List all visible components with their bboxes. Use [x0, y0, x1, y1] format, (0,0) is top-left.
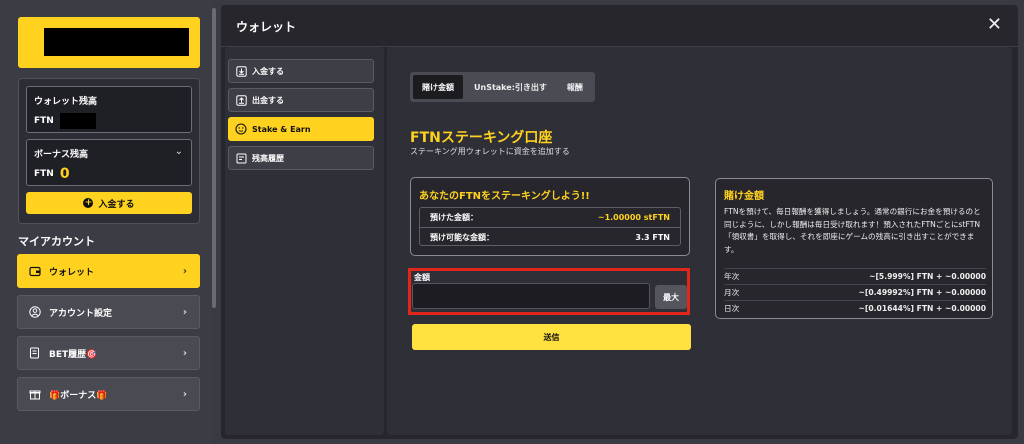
available-value: 3.3 FTN	[635, 232, 670, 242]
table-row: 預けた金額： ~1.00000 stFTN	[420, 208, 680, 227]
amount-input[interactable]	[412, 283, 650, 309]
redacted-logo	[44, 28, 189, 56]
info-card-title: 賭け金額	[724, 191, 764, 202]
wallet-currency: FTN	[34, 116, 54, 126]
menu-item-label: 入金する	[252, 66, 284, 76]
wallet-icon	[29, 265, 41, 277]
close-icon[interactable]: ✕	[987, 14, 1002, 35]
menu-item-label: 残高履歴	[252, 153, 284, 163]
chevron-right-icon: ›	[182, 265, 187, 277]
logo[interactable]	[18, 17, 200, 68]
stake-card-title: あなたのFTNをステーキングしよう!!	[419, 191, 590, 202]
sidebar-item-account-settings[interactable]: アカウント設定 ›	[17, 295, 200, 329]
balance-card: ウォレット残高 FTN ボーナス残高 ⌄ FTN 0 + 入金する	[18, 78, 200, 224]
stake-tabs: 賭け金額 UnStake:引き出す 報酬	[410, 72, 595, 102]
reward-rate-table: 年次 ~[5.999%] FTN + ~0.00000 月次 ~[0.49992…	[724, 268, 986, 316]
menu-item-label: Stake & Earn	[252, 124, 311, 134]
stake-info-card: 賭け金額 FTNを預けて、毎日報酬を獲得しましょう。通常の銀行にお金を預けるのと…	[715, 178, 993, 319]
table-row: 月次 ~[0.49992%] FTN + ~0.00000	[724, 284, 986, 300]
page-title: FTNステーキング口座	[410, 130, 553, 146]
bonus-currency: FTN	[34, 169, 54, 179]
modal-title: ウォレット	[236, 20, 297, 34]
rate-period-label: 月次	[724, 288, 740, 297]
redacted-balance	[59, 113, 96, 129]
menu-item-deposit[interactable]: 入金する	[228, 59, 374, 83]
menu-item-label: 出金する	[252, 95, 284, 105]
deposited-label: 預けた金額：	[430, 213, 478, 222]
menu-item-balance-history[interactable]: 残高履歴	[228, 146, 374, 170]
gift-icon	[29, 388, 41, 400]
bet-history-icon	[29, 347, 41, 359]
sidebar-item-label: アカウント設定	[49, 308, 113, 319]
deposited-value: ~1.00000 stFTN	[597, 213, 670, 222]
table-row: 預け可能な金額： 3.3 FTN	[420, 227, 680, 246]
history-icon	[235, 152, 247, 164]
stake-summary-table: 預けた金額： ~1.00000 stFTN 預け可能な金額： 3.3 FTN	[419, 207, 681, 246]
stake-content: 賭け金額 UnStake:引き出す 報酬 FTNステーキング口座 ステーキング用…	[387, 47, 1012, 435]
chevron-right-icon: ›	[182, 347, 187, 359]
sidebar-item-bonus[interactable]: 🎁ボーナス🎁 ›	[17, 377, 200, 411]
bonus-balance-box[interactable]: ボーナス残高 ⌄ FTN 0	[26, 139, 192, 186]
sidebar-item-label: ウォレット	[49, 267, 95, 278]
tab-rewards[interactable]: 報酬	[558, 75, 592, 99]
info-card-description: FTNを預けて、毎日報酬を獲得しましょう。通常の銀行にお金を預けるのと同じように…	[724, 207, 981, 254]
wallet-balance-box: ウォレット残高 FTN	[26, 86, 192, 133]
table-row: 年次 ~[5.999%] FTN + ~0.00000	[724, 268, 986, 284]
account-sidebar: ウォレット残高 FTN ボーナス残高 ⌄ FTN 0 + 入金する マイアカウン…	[0, 0, 212, 444]
rate-period-label: 年次	[724, 272, 740, 281]
rate-period-label: 日次	[724, 304, 740, 313]
wallet-modal: ウォレット ✕ 入金する 出金する Stake & Earn 残高履歴 賭け金額…	[221, 5, 1018, 439]
amount-label: 金額	[414, 273, 430, 282]
rate-value: ~[0.01644%] FTN + ~0.00000	[858, 304, 986, 313]
tab-unstake[interactable]: UnStake:引き出す	[465, 75, 556, 99]
wallet-balance-label: ウォレット残高	[34, 97, 98, 107]
deposit-icon	[235, 65, 247, 77]
tab-stake-amount[interactable]: 賭け金額	[413, 75, 463, 99]
available-label: 預け可能な金額：	[430, 232, 494, 242]
sidebar-item-label: 🎁ボーナス🎁	[49, 390, 108, 401]
modal-header: ウォレット ✕	[221, 5, 1018, 47]
user-icon	[29, 306, 41, 318]
page-subtitle: ステーキング用ウォレットに資金を追加する	[410, 147, 570, 156]
plus-icon: +	[83, 198, 94, 208]
rate-value: ~[0.49992%] FTN + ~0.00000	[858, 288, 986, 297]
sidebar-item-bet-history[interactable]: BET履歴🎯 ›	[17, 336, 200, 370]
chevron-right-icon: ›	[182, 306, 187, 318]
bonus-value: 0	[59, 166, 70, 182]
max-button[interactable]: 最大	[655, 285, 687, 309]
chevron-down-icon[interactable]: ⌄	[175, 146, 183, 157]
send-button[interactable]: 送信	[412, 324, 691, 350]
sidebar-item-wallet[interactable]: ウォレット ›	[17, 254, 200, 288]
bonus-balance-label: ボーナス残高	[34, 150, 89, 160]
chevron-right-icon: ›	[182, 388, 187, 400]
stake-summary-card: あなたのFTNをステーキングしよう!! 預けた金額： ~1.00000 stFT…	[410, 177, 690, 256]
sidebar-scrollbar[interactable]	[212, 8, 216, 308]
withdraw-icon	[235, 94, 247, 106]
wallet-menu: 入金する 出金する Stake & Earn 残高履歴	[225, 47, 384, 435]
rate-value: ~[5.999%] FTN + ~0.00000	[869, 272, 986, 281]
sidebar-deposit-button[interactable]: + 入金する	[26, 192, 192, 214]
table-row: 日次 ~[0.01644%] FTN + ~0.00000	[724, 300, 986, 316]
menu-item-stake-earn[interactable]: Stake & Earn	[228, 117, 374, 141]
menu-item-withdraw[interactable]: 出金する	[228, 88, 374, 112]
sidebar-item-label: BET履歴🎯	[49, 349, 98, 360]
my-account-heading: マイアカウント	[18, 235, 95, 248]
deposit-button-label: 入金する	[98, 199, 135, 210]
stake-icon	[235, 123, 247, 135]
